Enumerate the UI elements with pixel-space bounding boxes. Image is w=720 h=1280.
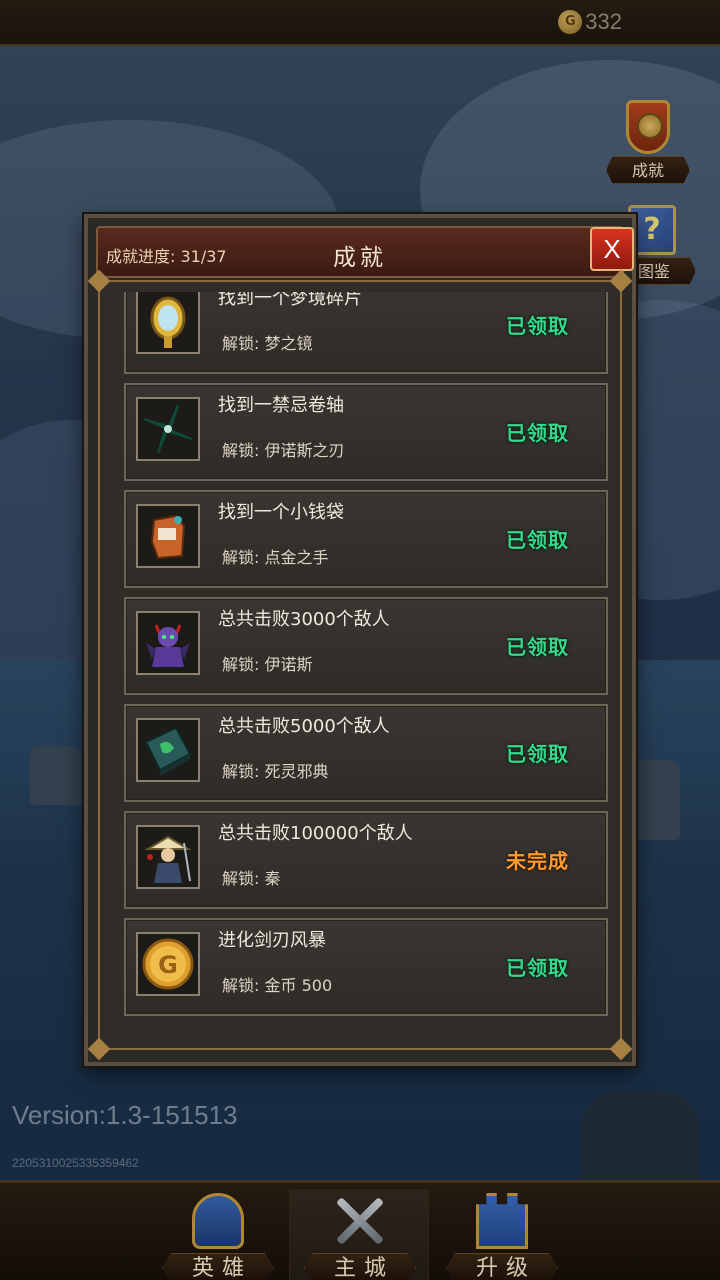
status-claimed: 已领取 xyxy=(506,314,569,338)
achievement-row[interactable]: 找到一个小钱袋 解锁: 点金之手 已领取 xyxy=(124,490,608,588)
necronomicon-icon xyxy=(136,718,200,782)
status-claimed: 已领取 xyxy=(506,528,569,552)
status-claimed: 已领取 xyxy=(506,956,569,980)
achievement-list-frame: 找到一个梦境碎片 解锁: 梦之镜 已领取 找到一禁忌卷轴 解锁: 伊诺斯之刃 已… xyxy=(87,269,633,1061)
achievement-row[interactable]: 找到一禁忌卷轴 解锁: 伊诺斯之刃 已领取 xyxy=(124,383,608,481)
unlock-reward: 伊诺斯 xyxy=(264,655,313,674)
unlock-prefix: 解锁: xyxy=(222,441,260,460)
mirror-icon xyxy=(136,292,200,354)
achievement-title: 找到一个小钱袋 xyxy=(218,502,344,523)
achievement-unlock: 解锁: 伊诺斯 xyxy=(222,651,313,675)
unlock-prefix: 解锁: xyxy=(222,762,260,781)
achievement-unlock: 解锁: 死灵邪典 xyxy=(222,758,329,782)
modal-header: 成就进度: 31/37 成就 X xyxy=(96,226,634,278)
unlock-prefix: 解锁: xyxy=(222,976,260,995)
achievement-title: 找到一个梦境碎片 xyxy=(218,292,362,309)
unlock-reward: 金币 500 xyxy=(264,976,333,995)
achievements-modal: 成就进度: 31/37 成就 X 找到一个梦境碎片 解锁: 梦之镜 已领取 找到… xyxy=(84,214,636,1066)
coin-glyph: G xyxy=(158,951,178,979)
achievement-list: 找到一个梦境碎片 解锁: 梦之镜 已领取 找到一禁忌卷轴 解锁: 伊诺斯之刃 已… xyxy=(112,292,608,1024)
frame-corner-ornament xyxy=(87,1037,111,1061)
achievement-title: 总共击败5000个敌人 xyxy=(218,716,390,737)
status-claimed: 已领取 xyxy=(506,421,569,445)
achievement-unlock: 解锁: 秦 xyxy=(222,865,281,889)
unlock-reward: 秦 xyxy=(264,869,281,888)
unlock-reward: 点金之手 xyxy=(264,548,329,567)
achievement-title: 总共击败3000个敌人 xyxy=(218,609,390,630)
achievement-row[interactable]: 找到一个梦境碎片 解锁: 梦之镜 已领取 xyxy=(124,292,608,374)
status-incomplete: 未完成 xyxy=(506,849,569,873)
achievement-row[interactable]: 总共击败5000个敌人 解锁: 死灵邪典 已领取 xyxy=(124,704,608,802)
unlock-prefix: 解锁: xyxy=(222,334,260,353)
gauntlet-icon xyxy=(136,504,200,568)
achievement-unlock: 解锁: 点金之手 xyxy=(222,544,329,568)
shuriken-icon xyxy=(136,397,200,461)
achievement-row[interactable]: 总共击败100000个敌人 解锁: 秦 未完成 xyxy=(124,811,608,909)
achievement-unlock: 解锁: 伊诺斯之刃 xyxy=(222,437,345,461)
unlock-prefix: 解锁: xyxy=(222,655,260,674)
frame-corner-ornament xyxy=(609,1037,633,1061)
unlock-reward: 死灵邪典 xyxy=(264,762,329,781)
achievement-title: 进化剑刃风暴 xyxy=(218,930,326,951)
achievement-unlock: 解锁: 梦之镜 xyxy=(222,330,313,354)
close-button[interactable]: X xyxy=(590,227,634,271)
modal-title: 成就 xyxy=(333,245,387,271)
demon-hero-icon xyxy=(136,611,200,675)
unlock-prefix: 解锁: xyxy=(222,548,260,567)
achievement-row[interactable]: 总共击败3000个敌人 解锁: 伊诺斯 已领取 xyxy=(124,597,608,695)
achievement-row[interactable]: G 进化剑刃风暴 解锁: 金币 500 已领取 xyxy=(124,918,608,1016)
unlock-reward: 伊诺斯之刃 xyxy=(264,441,345,460)
achievement-list-viewport[interactable]: 找到一个梦境碎片 解锁: 梦之镜 已领取 找到一禁忌卷轴 解锁: 伊诺斯之刃 已… xyxy=(112,292,608,1024)
unlock-prefix: 解锁: xyxy=(222,869,260,888)
achievement-unlock: 解锁: 金币 500 xyxy=(222,972,332,996)
unlock-reward: 梦之镜 xyxy=(264,334,313,353)
status-claimed: 已领取 xyxy=(506,635,569,659)
status-claimed: 已领取 xyxy=(506,742,569,766)
samurai-hero-icon xyxy=(136,825,200,889)
gold-coin-icon: G xyxy=(136,932,200,996)
achievement-title: 找到一禁忌卷轴 xyxy=(218,395,344,416)
achievement-title: 总共击败100000个敌人 xyxy=(218,823,413,844)
